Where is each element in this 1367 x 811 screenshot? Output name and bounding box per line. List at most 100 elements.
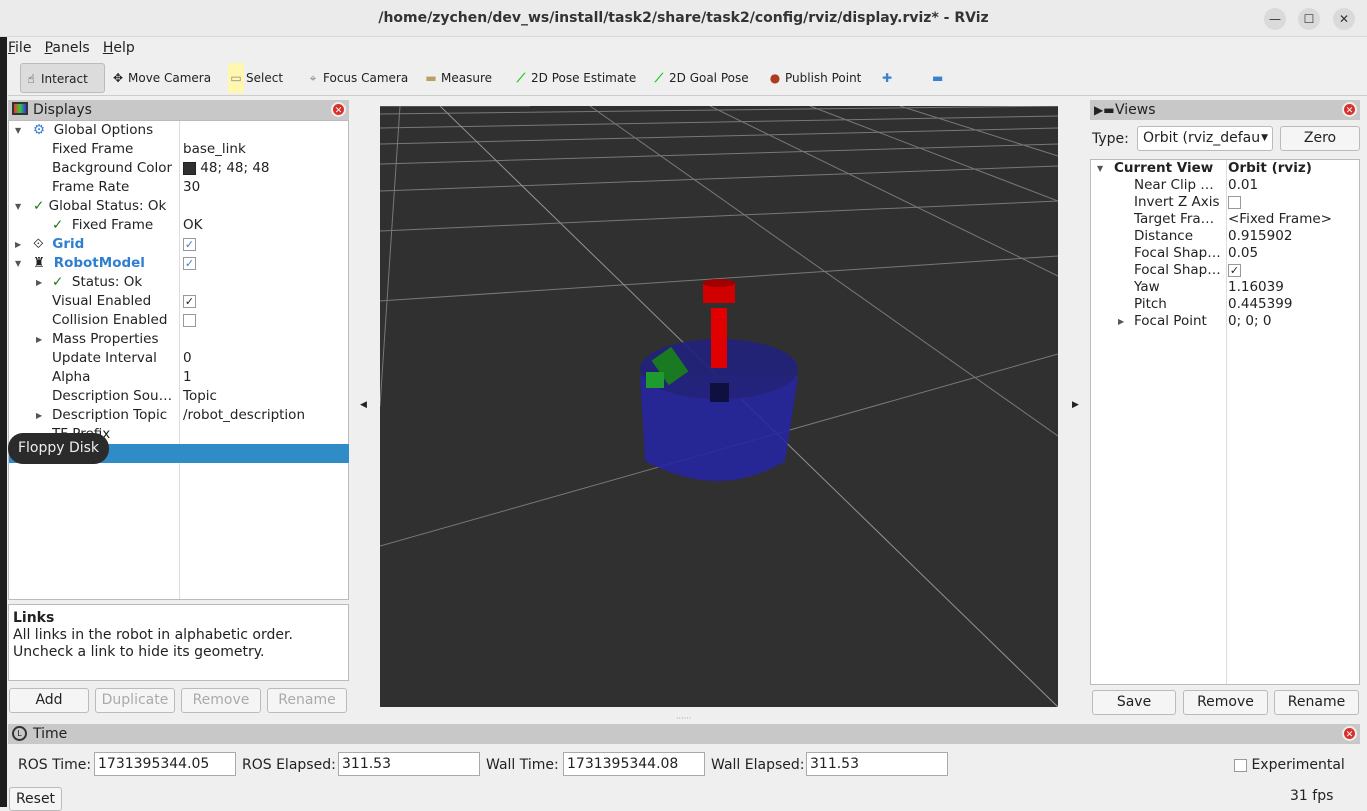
visual-enabled-checkbox[interactable]: ✓ — [183, 294, 196, 308]
tree-item-global-options[interactable]: ⚙ Global Options — [33, 121, 153, 140]
tree-item-grid[interactable]: ⟐ Grid — [33, 235, 84, 254]
rename-display-button[interactable]: Rename — [267, 688, 347, 713]
grid-enabled-checkbox[interactable]: ✓ — [183, 237, 196, 251]
tree-item-current-view[interactable]: Current View — [1114, 160, 1213, 177]
background-color-value[interactable]: 48; 48; 48 — [183, 159, 270, 178]
remove-view-button[interactable]: Remove — [1183, 690, 1268, 715]
zero-button[interactable]: Zero — [1280, 126, 1360, 151]
maximize-button[interactable]: ☐ — [1298, 8, 1320, 30]
experimental-checkbox[interactable] — [1234, 758, 1247, 772]
close-button[interactable]: ✕ — [1333, 8, 1355, 30]
rename-view-button[interactable]: Rename — [1274, 690, 1359, 715]
distance-value[interactable]: 0.915902 — [1228, 228, 1292, 245]
views-header: ▶▬ Views ✕ — [1090, 100, 1360, 120]
prop-invert-z: Invert Z Axis — [1134, 194, 1220, 210]
robot-icon: ♜ — [33, 255, 46, 271]
yaw-value[interactable]: 1.16039 — [1228, 279, 1284, 296]
views-title: Views — [1115, 102, 1156, 118]
target-frame-value[interactable]: <Fixed Frame> — [1228, 211, 1332, 228]
collision-enabled-checkbox[interactable] — [183, 313, 196, 327]
tool-2d-pose-estimate[interactable]: ⟋ 2D Pose Estimate — [511, 63, 637, 93]
update-interval-value[interactable]: 0 — [183, 349, 192, 368]
tool-move-camera[interactable]: ✥ Move Camera — [108, 63, 211, 93]
remove-tool-button[interactable]: ▬ — [930, 63, 943, 93]
prop-background-color: Background Color — [52, 160, 173, 176]
minimize-button[interactable]: — — [1264, 8, 1286, 30]
prop-near-clip: Near Clip … — [1134, 177, 1214, 193]
ros-elapsed-field[interactable]: 311.53 — [338, 752, 480, 776]
invert-z-checkbox[interactable] — [1228, 195, 1241, 209]
displays-title: Displays — [33, 102, 92, 118]
menu-file[interactable]: File — [8, 37, 31, 59]
tool-focus-camera[interactable]: ⌖ Focus Camera — [303, 63, 409, 93]
gear-icon: ⚙ — [33, 122, 46, 138]
focal-point-value[interactable]: 0; 0; 0 — [1228, 313, 1271, 330]
alpha-value[interactable]: 1 — [183, 368, 192, 387]
robotmodel-enabled-checkbox[interactable]: ✓ — [183, 256, 196, 270]
tool-interact[interactable]: ☝ Interact — [20, 63, 105, 93]
prop-target-frame: Target Fra… — [1134, 211, 1215, 227]
time-header: L Time ✕ — [8, 724, 1360, 744]
move-camera-icon: ✥ — [112, 71, 124, 85]
tree-item-robotmodel[interactable]: ♜ RobotModel — [33, 254, 145, 273]
view-type-dropdown[interactable]: Orbit (rviz_defaul ▼ — [1137, 126, 1273, 151]
collapse-left-icon[interactable]: ◀ — [360, 400, 367, 410]
tool-publish-point[interactable]: ● Publish Point — [765, 63, 862, 93]
tooltip: Floppy Disk — [8, 433, 109, 464]
window-title: /home/zychen/dev_ws/install/task2/share/… — [378, 10, 989, 26]
pitch-value[interactable]: 0.445399 — [1228, 296, 1292, 313]
add-tool-button[interactable]: ✚ — [880, 63, 892, 93]
collapse-right-icon[interactable]: ▶ — [1072, 400, 1079, 410]
fixed-frame-value[interactable]: base_link — [183, 140, 246, 159]
description-topic-value[interactable]: /robot_description — [183, 406, 305, 425]
tree-item-fixed-frame-status[interactable]: ✓ Fixed Frame — [52, 216, 153, 235]
description-source-value[interactable]: Topic — [183, 387, 217, 406]
add-display-button[interactable]: Add — [9, 688, 89, 713]
splitter-handle[interactable]: ······ — [676, 714, 691, 723]
tool-2d-goal-pose[interactable]: ⟋ 2D Goal Pose — [649, 63, 749, 93]
time-panel: L Time ✕ — [8, 724, 1360, 744]
remove-display-button[interactable]: Remove — [181, 688, 261, 713]
reset-button[interactable]: Reset — [9, 787, 62, 811]
wall-elapsed-field[interactable]: 311.53 — [806, 752, 948, 776]
tool-measure[interactable]: ▬ Measure — [421, 63, 492, 93]
displays-tree[interactable]: ▼ ⚙ Global Options Fixed Frame base_link… — [8, 120, 349, 600]
displays-header: Displays ✕ — [8, 100, 349, 120]
prop-focal-shape-size: Focal Shap… — [1134, 245, 1221, 261]
focal-shape-size-value[interactable]: 0.05 — [1228, 245, 1258, 262]
experimental-toggle[interactable]: Experimental — [1234, 753, 1345, 777]
duplicate-display-button[interactable]: Duplicate — [95, 688, 175, 713]
tree-item-mass-properties[interactable]: Mass Properties — [52, 330, 159, 349]
menu-help[interactable]: Help — [103, 37, 135, 59]
check-icon: ✓ — [52, 274, 64, 290]
close-panel-icon[interactable]: ✕ — [1342, 726, 1357, 741]
wall-time-field[interactable]: 1731395344.08 — [563, 752, 705, 776]
wall-time-label: Wall Time: — [486, 757, 559, 773]
ros-time-field[interactable]: 1731395344.05 — [94, 752, 236, 776]
frame-rate-value[interactable]: 30 — [183, 178, 200, 197]
tool-select[interactable]: ▭ Select — [226, 63, 283, 93]
prop-description-source: Description Sou… — [52, 388, 173, 404]
prop-frame-rate: Frame Rate — [52, 179, 130, 195]
select-icon: ▭ — [228, 63, 244, 93]
tree-item-description-topic[interactable]: Description Topic — [52, 406, 167, 425]
save-view-button[interactable]: Save — [1092, 690, 1176, 715]
prop-yaw: Yaw — [1134, 279, 1160, 295]
menu-panels[interactable]: Panels — [45, 37, 90, 59]
3d-viewport[interactable] — [380, 106, 1058, 707]
tree-item-global-status[interactable]: ✓ Global Status: Ok — [33, 197, 166, 216]
near-clip-value[interactable]: 0.01 — [1228, 177, 1258, 194]
prop-focal-shape-fixed: Focal Shap… — [1134, 262, 1221, 278]
views-tree[interactable]: ▼ Current View Orbit (rviz) Near Clip … … — [1090, 159, 1360, 685]
focal-shape-checkbox[interactable]: ✓ — [1228, 263, 1241, 277]
tree-item-status-ok[interactable]: ✓ Status: Ok — [52, 273, 142, 292]
chevron-down-icon: ▼ — [1259, 127, 1268, 150]
close-panel-icon[interactable]: ✕ — [331, 102, 346, 117]
camera-icon: ▶▬ — [1094, 103, 1115, 117]
title-bar: /home/zychen/dev_ws/install/task2/share/… — [0, 0, 1367, 37]
tree-item-focal-point[interactable]: Focal Point — [1134, 313, 1207, 330]
ros-time-label: ROS Time: — [18, 757, 92, 773]
close-panel-icon[interactable]: ✕ — [1342, 102, 1357, 117]
toolbar: ☝ Interact ✥ Move Camera ▭ Select ⌖ Focus Ca… — [8, 60, 1367, 96]
clock-icon: L — [12, 726, 27, 741]
